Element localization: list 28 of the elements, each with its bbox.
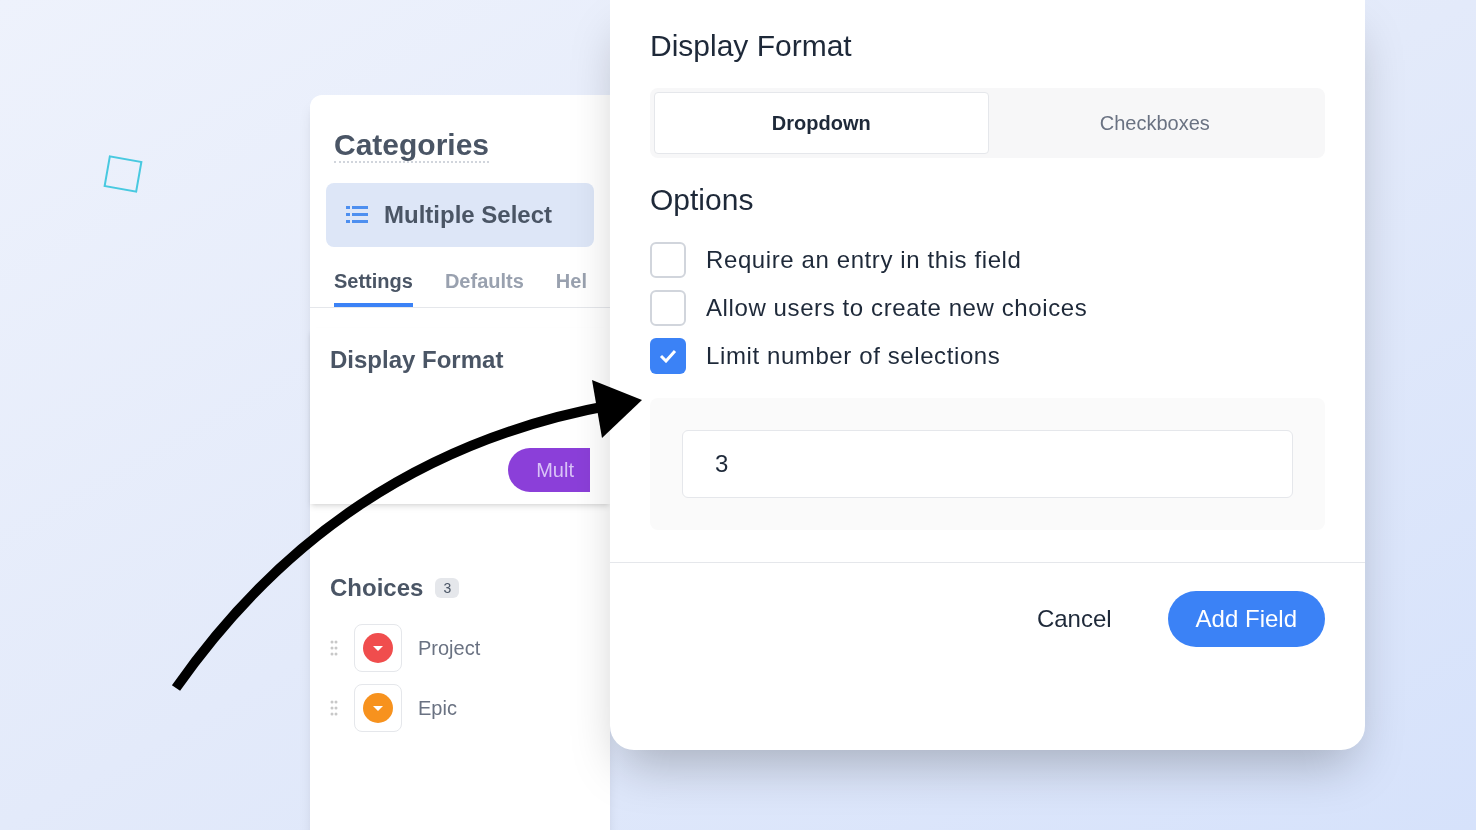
card-title: Categories — [334, 128, 490, 163]
format-option[interactable]: Dropdown — [654, 92, 989, 154]
limit-input[interactable]: 3 — [682, 430, 1293, 498]
option-label: Limit number of selections — [706, 341, 1001, 371]
section-title: Display Format — [650, 28, 853, 64]
tab[interactable]: Settings — [334, 267, 413, 307]
option-label: Require an entry in this field — [706, 245, 1022, 275]
checkbox[interactable] — [650, 290, 686, 326]
check-icon — [659, 349, 677, 363]
checkbox[interactable] — [650, 338, 686, 374]
color-swatch[interactable] — [354, 684, 402, 732]
color-swatch[interactable] — [354, 624, 402, 672]
cancel-button[interactable]: Cancel — [1036, 603, 1112, 635]
options-title: Options — [650, 182, 755, 218]
drag-handle-icon[interactable] — [330, 699, 338, 717]
format-option[interactable]: Checkboxes — [988, 92, 1321, 154]
choice-label: Epic — [418, 696, 457, 721]
choices-count: 3 — [435, 578, 460, 598]
format-pill: Mult — [508, 448, 590, 492]
field-type-label: Multiple Select — [384, 200, 553, 230]
add-field-button[interactable]: Add Field — [1167, 591, 1325, 647]
choice-label: Project — [418, 636, 481, 661]
choices-title: Choices — [330, 573, 424, 603]
checkbox[interactable] — [650, 242, 686, 278]
drag-handle-icon[interactable] — [330, 639, 338, 657]
option-label: Allow users to create new choices — [706, 293, 1088, 323]
section-title: Display Format — [330, 345, 505, 375]
list-icon — [346, 205, 368, 225]
